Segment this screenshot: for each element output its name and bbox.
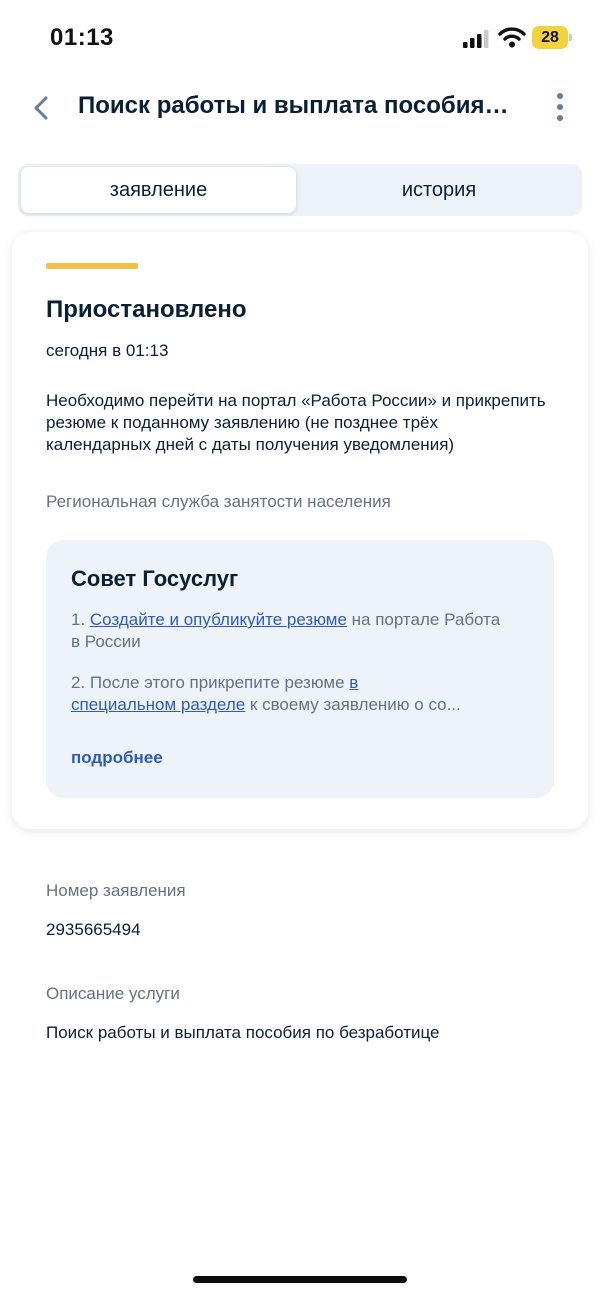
menu-dot bbox=[557, 93, 563, 99]
signal-icon bbox=[463, 30, 489, 48]
status-message: Необходимо перейти на портал «Работа Рос… bbox=[46, 391, 546, 454]
advice-item-2-prefix: 2. После этого прикрепите резюме bbox=[71, 673, 350, 692]
menu-dot bbox=[557, 115, 563, 121]
advice-item-1-prefix: 1. bbox=[71, 610, 90, 629]
special-section-link-line1[interactable]: в bbox=[349, 673, 358, 692]
status-date: сегодня в 01:13 bbox=[46, 341, 169, 360]
status-time: 01:13 bbox=[50, 24, 114, 51]
wifi-icon bbox=[498, 27, 526, 48]
status-title: Приостановлено bbox=[46, 296, 247, 323]
advice-title: Совет Госуслуг bbox=[71, 566, 239, 591]
app-header: Поиск работы и выплата пособия по безраб… bbox=[0, 80, 600, 136]
advice-block: Совет Госуслуг 1. Создайте и опубликуйте… bbox=[46, 540, 554, 798]
tab-history[interactable]: история bbox=[300, 167, 578, 213]
page-title: Поиск работы и выплата пособия по безраб… bbox=[78, 92, 510, 119]
application-number-label: Номер заявления bbox=[46, 881, 186, 900]
advice-item-2-line2: специальном разделе к своему заявлению о… bbox=[71, 694, 531, 716]
advice-item-1: 1. Создайте и опубликуйте резюме на порт… bbox=[71, 609, 511, 653]
battery-level: 28 bbox=[541, 29, 559, 46]
service-description-label: Описание услуги bbox=[46, 984, 180, 1003]
tab-application[interactable]: заявление bbox=[21, 167, 296, 213]
status-bar: 01:13 28 bbox=[0, 0, 600, 76]
application-number-value: 2935665494 bbox=[46, 920, 141, 939]
advice-item-2: 2. После этого прикрепите резюме в специ… bbox=[71, 672, 531, 716]
status-card: Приостановлено сегодня в 01:13 Необходим… bbox=[12, 232, 588, 829]
special-section-link[interactable]: специальном разделе bbox=[71, 695, 245, 714]
menu-dot bbox=[557, 104, 563, 110]
more-vertical-icon[interactable] bbox=[548, 90, 572, 126]
home-indicator bbox=[193, 1276, 407, 1283]
service-description-value: Поиск работы и выплата пособия по безраб… bbox=[46, 1023, 440, 1042]
status-organization: Региональная служба занятости населения bbox=[46, 492, 391, 511]
advice-item-2-suffix: к своему заявлению о со... bbox=[245, 695, 461, 714]
status-indicator-bar bbox=[46, 263, 138, 269]
tab-bar: заявление история bbox=[18, 164, 582, 216]
chevron-left-icon[interactable] bbox=[24, 88, 60, 128]
create-resume-link[interactable]: Создайте и опубликуйте резюме bbox=[90, 610, 347, 629]
battery-icon: 28 bbox=[532, 26, 572, 49]
more-link[interactable]: подробнее bbox=[71, 748, 163, 768]
